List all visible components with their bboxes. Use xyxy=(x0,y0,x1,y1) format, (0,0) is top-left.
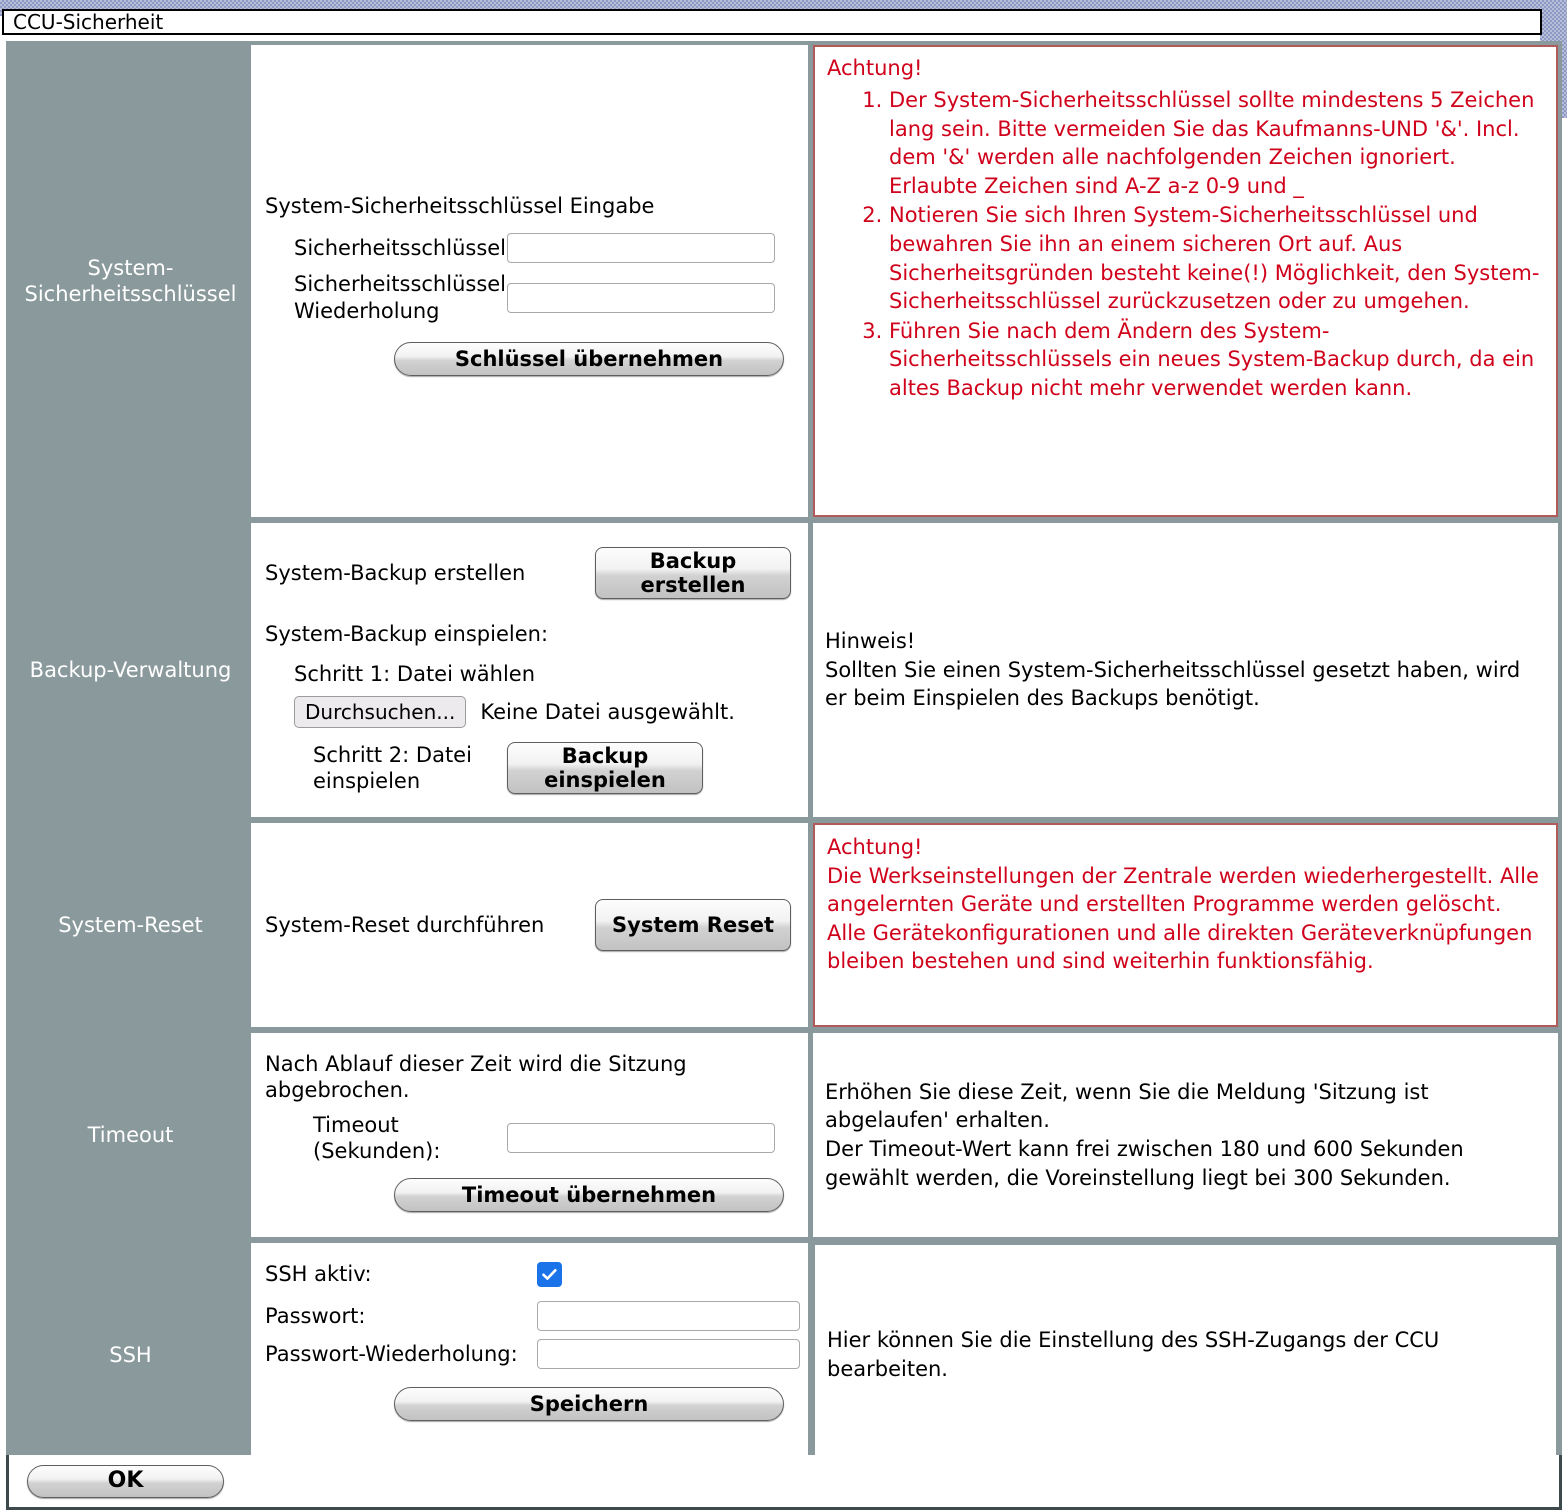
section-ssh: SSH SSH aktiv: Passwort: Passwort-Wieder… xyxy=(10,1243,1558,1467)
security-key-warning-title: Achtung! xyxy=(827,56,923,80)
sidebar-item-label: Backup-Verwaltung xyxy=(29,657,232,682)
timeout-info-box: Erhöhen Sie diese Zeit, wenn Sie die Mel… xyxy=(813,1033,1558,1237)
sidebar-item-security-key: System-Sicherheitsschlüssel xyxy=(10,45,255,517)
security-key-heading: System-Sicherheitsschlüssel Eingabe xyxy=(265,194,655,218)
security-key-input[interactable] xyxy=(507,233,775,264)
timeout-field-row: Timeout (Sekunden): xyxy=(265,1112,800,1165)
footer-bar: OK xyxy=(6,1455,1562,1510)
security-key-field-row-2: Sicherheitsschlüssel Wiederholung xyxy=(265,271,800,324)
backup-step1-label: Schritt 1: Datei wählen xyxy=(294,662,536,687)
warning-item: Der System-Sicherheitsschlüssel sollte m… xyxy=(889,86,1544,200)
backup-note-box: Hinweis! Sollten Sie einen System-Sicher… xyxy=(813,523,1558,817)
backup-step2-row: Schritt 2: Datei einspielen Backup einsp… xyxy=(265,741,800,795)
browse-file-button[interactable]: Durchsuchen... xyxy=(294,695,467,728)
warning-item: Notieren Sie sich Ihren System-Sicherhei… xyxy=(889,201,1544,315)
ssh-button-row: Speichern xyxy=(265,1387,800,1422)
create-backup-button[interactable]: Backup erstellen xyxy=(595,547,791,599)
ssh-active-row: SSH aktiv: xyxy=(265,1261,800,1287)
section-security-key: System-Sicherheitsschlüssel System-Siche… xyxy=(10,45,1558,523)
ssh-form: SSH aktiv: Passwort: Passwort-Wiederholu… xyxy=(255,1243,813,1467)
sidebar-item-system-reset: System-Reset xyxy=(10,823,255,1027)
ssh-active-label: SSH aktiv: xyxy=(265,1262,372,1286)
timeout-info-paragraph: Erhöhen Sie diese Zeit, wenn Sie die Mel… xyxy=(825,1079,1429,1133)
ssh-info-text: Hier können Sie die Einstellung des SSH-… xyxy=(827,1328,1440,1381)
ssh-password-repeat-input[interactable] xyxy=(537,1339,800,1370)
backup-create-label: System-Backup erstellen xyxy=(265,560,526,585)
security-key-warning-box: Achtung! Der System-Sicherheitsschlüssel… xyxy=(813,45,1558,517)
section-backup: Backup-Verwaltung System-Backup erstelle… xyxy=(10,523,1558,823)
sidebar-item-label: SSH xyxy=(109,1342,152,1367)
backup-create-row: System-Backup erstellen Backup erstellen xyxy=(265,547,800,599)
security-key-warning-list: Der System-Sicherheitsschlüssel sollte m… xyxy=(827,86,1544,403)
system-reset-warning-paragraph: Die Werkseinstellungen der Zentrale werd… xyxy=(827,863,1539,917)
sidebar-item-label: Timeout xyxy=(87,1122,174,1147)
timeout-info-paragraph: Der Timeout-Wert kann frei zwischen 180 … xyxy=(825,1137,1464,1190)
sidebar-item-label: System-Sicherheitsschlüssel xyxy=(24,255,237,306)
security-key-button-row: Schlüssel übernehmen xyxy=(265,341,800,376)
security-key-repeat-label: Sicherheitsschlüssel Wiederholung xyxy=(294,272,507,323)
backup-note-text: Sollten Sie einen System-Sicherheitsschl… xyxy=(825,657,1521,711)
system-reset-form: System-Reset durchführen System Reset xyxy=(255,823,813,1027)
timeout-form: Nach Ablauf dieser Zeit wird die Sitzung… xyxy=(255,1033,813,1237)
system-reset-warning-box: Achtung! Die Werkseinstellungen der Zent… xyxy=(813,823,1558,1027)
sidebar-item-timeout: Timeout xyxy=(10,1033,255,1237)
ssh-password-label: Passwort: xyxy=(265,1304,366,1329)
ssh-password-row: Passwort: xyxy=(265,1301,800,1332)
backup-note-title: Hinweis! xyxy=(825,629,916,654)
selected-file-status: Keine Datei ausgewählt. xyxy=(480,699,735,724)
backup-file-picker-row: Durchsuchen... Keine Datei ausgewählt. xyxy=(265,695,800,728)
apply-security-key-button[interactable]: Schlüssel übernehmen xyxy=(394,341,784,376)
warning-item: Führen Sie nach dem Ändern des System-Si… xyxy=(889,317,1544,403)
section-timeout: Timeout Nach Ablauf dieser Zeit wird die… xyxy=(10,1033,1558,1243)
security-key-repeat-input[interactable] xyxy=(507,282,775,313)
system-reset-row: System-Reset durchführen System Reset xyxy=(265,899,800,951)
ssh-info-box: Hier können Sie die Einstellung des SSH-… xyxy=(813,1243,1558,1467)
ssh-password-input[interactable] xyxy=(537,1301,800,1332)
section-system-reset: System-Reset System-Reset durchführen Sy… xyxy=(10,823,1558,1033)
sidebar-item-backup: Backup-Verwaltung xyxy=(10,523,255,817)
backup-form: System-Backup erstellen Backup erstellen… xyxy=(255,523,813,817)
ssh-password-repeat-label: Passwort-Wiederholung: xyxy=(265,1342,518,1367)
security-key-field-row-1: Sicherheitsschlüssel xyxy=(265,233,800,264)
backup-restore-label: System-Backup einspielen: xyxy=(265,622,549,646)
security-settings-panel: System-Sicherheitsschlüssel System-Siche… xyxy=(6,41,1562,1501)
system-reset-warning-title: Achtung! xyxy=(827,835,923,859)
timeout-description: Nach Ablauf dieser Zeit wird die Sitzung… xyxy=(265,1052,687,1103)
save-ssh-button[interactable]: Speichern xyxy=(394,1387,784,1422)
apply-timeout-button[interactable]: Timeout übernehmen xyxy=(394,1178,784,1212)
window-titlebar: CCU-Sicherheit xyxy=(2,9,1542,35)
sidebar-item-label: System-Reset xyxy=(58,912,203,937)
timeout-input[interactable] xyxy=(507,1122,775,1153)
ok-button[interactable]: OK xyxy=(27,1464,224,1498)
ssh-active-checkbox[interactable] xyxy=(537,1261,562,1287)
system-reset-label: System-Reset durchführen xyxy=(265,912,545,937)
window-title: CCU-Sicherheit xyxy=(13,10,164,34)
backup-step2-label: Schritt 2: Datei einspielen xyxy=(313,742,472,793)
timeout-button-row: Timeout übernehmen xyxy=(265,1178,800,1212)
security-key-field1-label: Sicherheitsschlüssel xyxy=(294,236,507,261)
security-key-form: System-Sicherheitsschlüssel Eingabe Sich… xyxy=(255,45,813,517)
sidebar-item-ssh: SSH xyxy=(10,1243,255,1467)
ssh-password-repeat-row: Passwort-Wiederholung: xyxy=(265,1339,800,1370)
system-reset-warning-paragraph: Alle Gerätekonfigurationen und alle dire… xyxy=(827,920,1533,974)
restore-backup-button[interactable]: Backup einspielen xyxy=(507,741,703,794)
timeout-field-label: Timeout (Sekunden): xyxy=(313,1112,441,1163)
system-reset-button[interactable]: System Reset xyxy=(595,899,791,951)
